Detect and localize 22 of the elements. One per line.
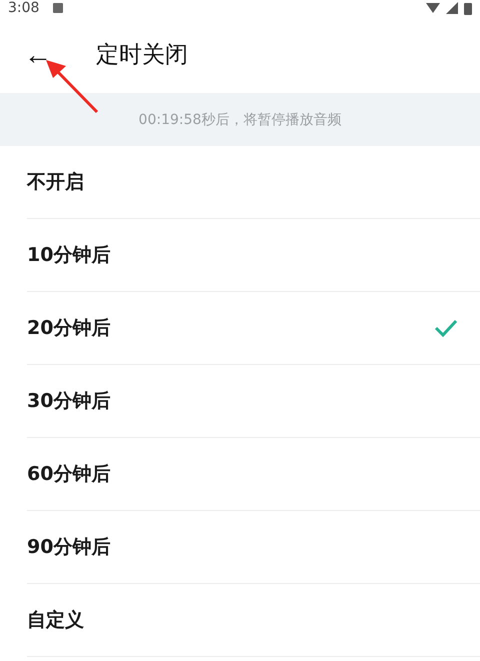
wifi-icon: [426, 3, 440, 13]
option-label: 10分钟后: [27, 243, 110, 268]
timer-option[interactable]: 自定义: [27, 584, 480, 657]
timer-option[interactable]: 20分钟后: [27, 292, 480, 365]
option-label: 90分钟后: [27, 535, 110, 560]
option-label: 不开启: [27, 170, 84, 195]
option-label: 30分钟后: [27, 389, 110, 414]
countdown-text: 00:19:58秒后，将暂停播放音频: [138, 110, 342, 128]
timer-option[interactable]: 60分钟后: [27, 438, 480, 511]
timer-option[interactable]: 10分钟后: [27, 219, 480, 292]
notification-icon: [53, 3, 64, 13]
timer-option[interactable]: 不开启: [27, 146, 480, 219]
option-label: 20分钟后: [27, 316, 110, 341]
timer-option[interactable]: 30分钟后: [27, 365, 480, 438]
battery-icon: [464, 2, 472, 14]
back-button[interactable]: ←: [0, 40, 96, 70]
option-label: 60分钟后: [27, 462, 110, 487]
page-title: 定时关闭: [96, 41, 188, 70]
timer-option[interactable]: 90分钟后: [27, 511, 480, 584]
signal-icon: [446, 2, 458, 14]
option-label: 自定义: [27, 608, 84, 633]
status-time: 3:08: [8, 0, 40, 16]
